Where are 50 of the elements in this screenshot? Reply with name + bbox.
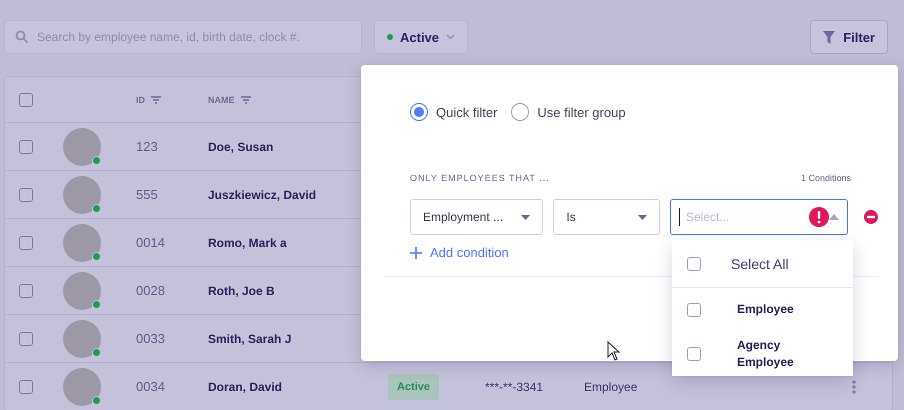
row-checkbox[interactable] bbox=[19, 188, 33, 202]
caret-up-icon bbox=[829, 214, 840, 220]
add-condition-link[interactable]: Add condition bbox=[410, 245, 509, 260]
row-checkbox[interactable] bbox=[19, 332, 33, 346]
caret-down-icon bbox=[638, 214, 647, 220]
employee-name[interactable]: Doran, David bbox=[208, 380, 388, 394]
row-checkbox[interactable] bbox=[19, 380, 33, 394]
value-select[interactable]: Select... bbox=[670, 199, 848, 235]
sort-icon[interactable] bbox=[149, 94, 163, 106]
filter-button[interactable]: Filter bbox=[810, 20, 888, 54]
status-badge: Active bbox=[388, 374, 440, 400]
sort-icon[interactable] bbox=[238, 94, 252, 106]
avatar-placeholder bbox=[63, 224, 101, 262]
row-checkbox[interactable] bbox=[19, 236, 33, 250]
option-item[interactable]: Employee bbox=[672, 288, 853, 332]
filter-mode-radio[interactable]: Use filter group bbox=[511, 103, 626, 121]
avatar-placeholder bbox=[63, 176, 101, 214]
search-icon bbox=[15, 30, 29, 44]
caret-down-icon bbox=[521, 214, 530, 220]
operator-select[interactable]: Is bbox=[553, 199, 660, 235]
employee-id: 0014 bbox=[136, 235, 166, 250]
condition-count: 1 Conditions bbox=[800, 173, 851, 183]
employee-id: 555 bbox=[136, 187, 159, 202]
avatar-placeholder bbox=[63, 368, 101, 406]
status-dropdown[interactable]: Active bbox=[374, 20, 468, 54]
field-select[interactable]: Employment ... bbox=[410, 199, 544, 235]
select-all-checkbox[interactable] bbox=[19, 92, 33, 106]
filter-mode-radio[interactable]: Quick filter bbox=[410, 103, 498, 121]
option-item[interactable]: Agency Employee bbox=[672, 332, 853, 376]
avatar-placeholder bbox=[63, 320, 101, 358]
remove-icon[interactable] bbox=[864, 210, 878, 224]
checkbox[interactable] bbox=[687, 256, 701, 270]
employee-type-cell-text: Employee bbox=[584, 380, 638, 394]
employee-id: 123 bbox=[136, 139, 159, 154]
row-checkbox[interactable] bbox=[19, 140, 33, 154]
ssn-cell-text: ***-**-3341 bbox=[485, 380, 544, 394]
row-checkbox[interactable] bbox=[19, 284, 33, 298]
more-icon[interactable] bbox=[852, 380, 856, 394]
plus-icon bbox=[410, 246, 422, 258]
employee-id: 0034 bbox=[136, 379, 166, 394]
checkbox[interactable] bbox=[687, 347, 701, 361]
employee-id: 0033 bbox=[136, 331, 166, 346]
section-label: ONLY EMPLOYEES THAT ... bbox=[410, 173, 550, 183]
option-item[interactable]: Select All bbox=[672, 240, 853, 288]
funnel-icon bbox=[823, 30, 836, 44]
checkbox[interactable] bbox=[687, 303, 701, 317]
employee-id: 0028 bbox=[136, 283, 166, 298]
chevron-down-icon bbox=[446, 34, 456, 40]
avatar-placeholder bbox=[63, 128, 101, 166]
avatar-placeholder bbox=[63, 272, 101, 310]
